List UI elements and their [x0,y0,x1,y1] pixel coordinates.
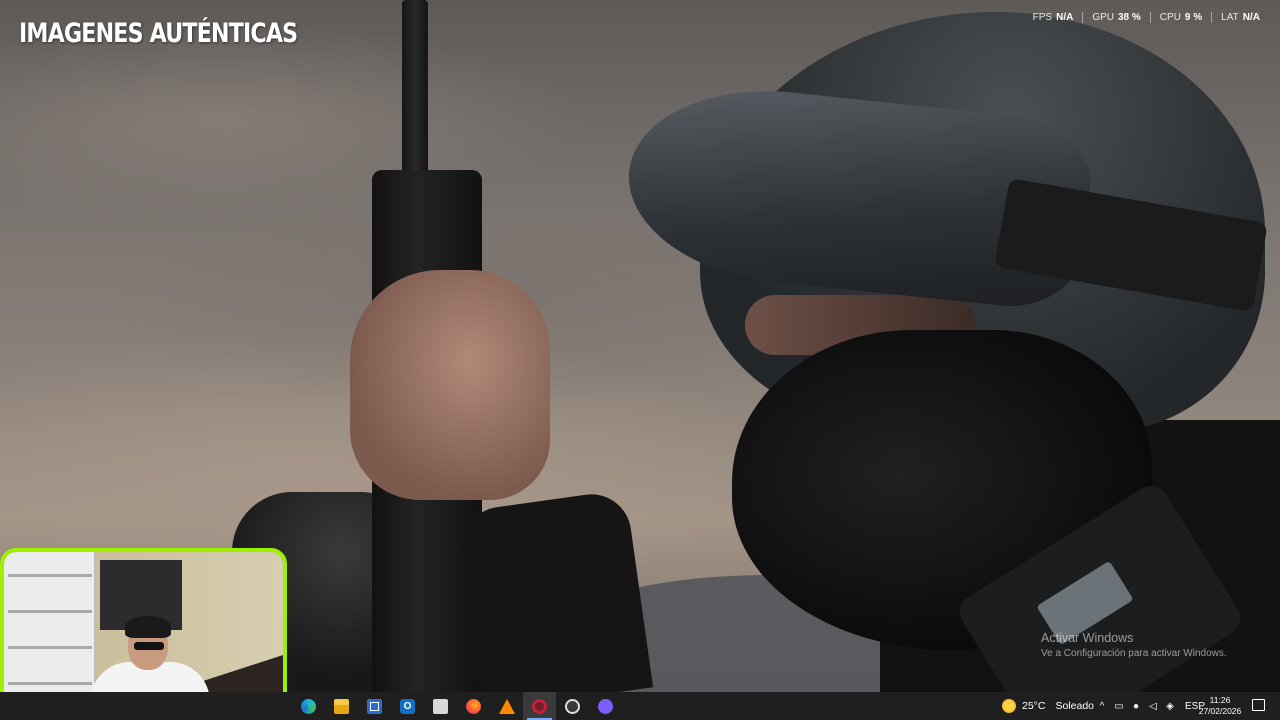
taskbar-app-discord[interactable] [589,692,622,720]
weather-condition: Soleado [1055,700,1095,712]
taskbar-app-file-explorer[interactable] [325,692,358,720]
shelf-row [8,646,92,649]
activation-subtitle: Ve a Configuración para activar Windows. [1041,648,1227,659]
perf-label: GPU [1092,12,1114,23]
taskbar-app-outlook[interactable]: O [391,692,424,720]
perf-lat: LAT N/A [1211,12,1269,23]
edge-icon [301,698,316,714]
performance-overlay: FPS N/A GPU 38 % CPU 9 % LAT N/A [1024,12,1269,23]
microphone-icon[interactable]: ● [1130,700,1142,712]
recording-app-icon [532,698,547,714]
shelf-row [8,682,92,685]
camera-icon[interactable]: ▭ [1113,700,1125,712]
activation-title: Activar Windows [1041,631,1134,645]
channel-title: IMAGENES AUTÉNTICAS [19,18,298,49]
perf-label: CPU [1159,12,1181,23]
windows-activation-watermark: Activar Windows Ve a Configuración para … [1041,631,1227,659]
taskbar-app-edge[interactable] [292,692,325,720]
perf-gpu: GPU 38 % [1082,12,1149,23]
clock-date: 27/02/2026 [1198,706,1242,716]
firefox-icon [466,698,481,714]
perf-value: 38 % [1118,12,1141,23]
perf-label: LAT [1221,12,1239,23]
store-icon [367,698,382,714]
network-icon[interactable]: ◈ [1164,700,1176,712]
taskbar-app-explorer[interactable] [424,692,457,720]
sleeve [456,489,654,692]
perf-value: 9 % [1184,12,1203,23]
explorer-icon [433,698,448,714]
taskbar-app-store[interactable] [358,692,391,720]
sunglasses [134,642,164,650]
perf-fps: FPS N/A [1024,12,1083,23]
taskbar-app-recording[interactable] [523,692,556,720]
perf-value: N/A [1056,12,1074,23]
vlc-icon [498,698,515,714]
rifle-barrel [402,0,428,180]
clock-time: 11:26 [1209,695,1231,705]
perf-label: FPS [1032,12,1053,23]
taskbar-apps: O [292,692,622,720]
streamer-hair [125,616,171,638]
perf-cpu: CPU 9 % [1149,12,1211,23]
sun-icon [1002,699,1016,713]
shelf-row [8,574,92,577]
taskbar: O 25°C Soleado ^ ▭ ● ◁ ◈ ESP 11:26 27/02… [0,692,1280,720]
file-explorer-icon [334,698,349,714]
weather-widget[interactable]: 25°C Soleado [1002,692,1094,720]
notification-icon[interactable] [1252,699,1265,711]
chevron-up-icon[interactable]: ^ [1096,700,1108,712]
hand [350,270,550,500]
discord-icon [598,698,613,714]
taskbar-app-obs[interactable] [556,692,589,720]
taskbar-app-vlc[interactable] [490,692,523,720]
taskbar-clock[interactable]: 11:26 27/02/2026 [1198,695,1242,717]
perf-value: N/A [1242,12,1260,23]
system-tray: ^ ▭ ● ◁ ◈ ESP [1096,692,1205,720]
shelf-row [8,610,92,613]
speaker-icon[interactable]: ◁ [1147,700,1159,712]
taskbar-app-firefox[interactable] [457,692,490,720]
outlook-icon: O [400,698,415,714]
obs-icon [565,698,580,714]
weather-temp: 25°C [1022,700,1046,712]
